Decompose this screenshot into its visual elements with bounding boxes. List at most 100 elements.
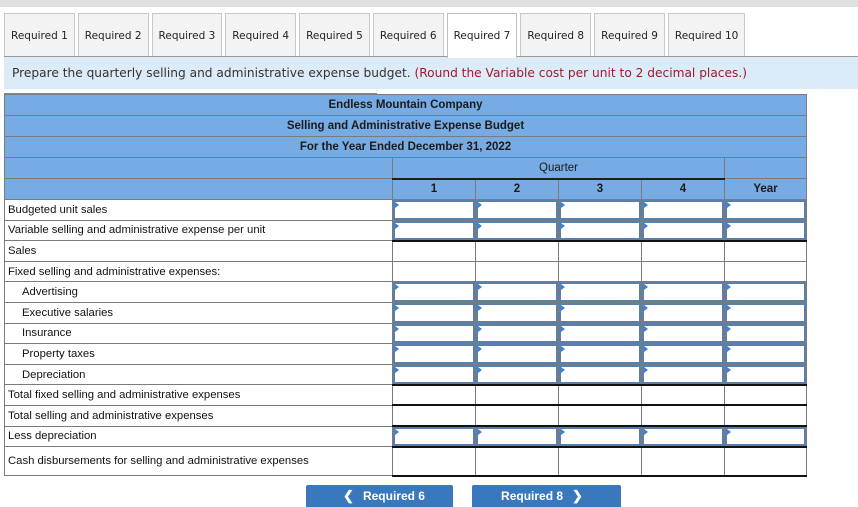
calculated-cell-q1: [392, 384, 476, 407]
input-box: [476, 282, 558, 302]
amount-input-year[interactable]: [729, 368, 803, 380]
tab-required-10[interactable]: Required 10: [667, 13, 746, 57]
input-box: [559, 427, 641, 446]
row-label: Sales: [4, 240, 393, 262]
amount-input-q3[interactable]: [563, 224, 637, 236]
cell-q3: [558, 363, 642, 386]
amount-input-year[interactable]: [729, 327, 803, 340]
amount-input-q4[interactable]: [646, 286, 720, 298]
input-box: [476, 344, 558, 364]
input-box: [725, 364, 807, 384]
tab-required-2[interactable]: Required 2: [77, 13, 149, 57]
row-label: Fixed selling and administrative expense…: [4, 260, 393, 283]
tab-required-6[interactable]: Required 6: [372, 13, 444, 57]
amount-input-q1[interactable]: [397, 368, 471, 380]
input-box: [393, 364, 475, 384]
amount-input-q3[interactable]: [563, 368, 637, 380]
table-row: Less depreciation: [4, 425, 808, 448]
amount-input-q3[interactable]: [563, 204, 637, 216]
calculated-cell-q1: [392, 260, 476, 283]
amount-input-q4[interactable]: [646, 348, 720, 360]
input-box: [393, 282, 475, 302]
tab-required-8[interactable]: Required 8: [520, 13, 592, 57]
row-label: Executive salaries: [4, 301, 393, 324]
table-row: Fixed selling and administrative expense…: [4, 260, 808, 283]
tab-required-4[interactable]: Required 4: [225, 13, 297, 57]
table-row: Variable selling and administrative expe…: [4, 219, 808, 242]
tab-required-3[interactable]: Required 3: [151, 13, 223, 57]
amount-input-q1[interactable]: [397, 306, 471, 319]
amount-input-q2[interactable]: [480, 327, 554, 340]
amount-input-q4[interactable]: [646, 204, 720, 216]
input-box: [559, 302, 641, 323]
input-box: [476, 427, 558, 446]
amount-input-q1[interactable]: [397, 348, 471, 360]
amount-input-year[interactable]: [729, 224, 803, 236]
amount-input-q3[interactable]: [563, 286, 637, 298]
cell-q1: [392, 322, 476, 345]
amount-input-q2[interactable]: [480, 224, 554, 236]
tab-required-7[interactable]: Required 7: [446, 13, 518, 58]
calculated-cell-q3: [558, 240, 642, 262]
calculated-cell-q2: [475, 446, 559, 477]
cell-q1: [392, 425, 476, 448]
amount-input-year[interactable]: [729, 286, 803, 298]
cell-q4: [641, 219, 725, 242]
tab-required-9[interactable]: Required 9: [594, 13, 665, 57]
input-box: [476, 302, 558, 323]
input-box: [476, 323, 558, 344]
amount-input-q3[interactable]: [563, 327, 637, 340]
calculated-cell-q2: [475, 260, 559, 283]
amount-input-q3[interactable]: [563, 431, 637, 442]
amount-input-q3[interactable]: [563, 348, 637, 360]
amount-input-year[interactable]: [729, 431, 803, 442]
cell-q2: [475, 343, 559, 365]
amount-input-q1[interactable]: [397, 327, 471, 340]
tab-required-1[interactable]: Required 1: [4, 13, 75, 57]
input-box: [642, 302, 724, 323]
row-label: Property taxes: [4, 343, 393, 365]
cell-q4: [641, 301, 725, 324]
cell-q3: [558, 199, 642, 221]
amount-input-q2[interactable]: [480, 348, 554, 360]
cell-q1: [392, 301, 476, 324]
amount-input-q2[interactable]: [480, 306, 554, 319]
amount-input-q4[interactable]: [646, 306, 720, 319]
amount-input-q4[interactable]: [646, 431, 720, 442]
requirement-tabs: Required 1 Required 2 Required 3 Require…: [4, 13, 748, 58]
amount-input-q1[interactable]: [397, 431, 471, 442]
cell-q2: [475, 425, 559, 448]
tab-required-5[interactable]: Required 5: [299, 13, 370, 57]
cell-q3: [558, 425, 642, 448]
input-box: [725, 323, 807, 344]
amount-input-q4[interactable]: [646, 327, 720, 340]
cell-q4: [641, 281, 725, 303]
calculated-cell-year: [723, 240, 808, 262]
input-box: [642, 323, 724, 344]
input-box: [559, 220, 641, 240]
amount-input-q1[interactable]: [397, 286, 471, 298]
budget-table: Endless Mountain Company Selling and Adm…: [3, 94, 808, 477]
amount-input-q4[interactable]: [646, 368, 720, 380]
amount-input-year[interactable]: [729, 306, 803, 319]
input-box: [559, 282, 641, 302]
column-header-q1: 1: [392, 178, 476, 200]
calculated-cell-q1: [392, 446, 476, 477]
input-box: [642, 364, 724, 384]
amount-input-q1[interactable]: [397, 224, 471, 236]
amount-input-q4[interactable]: [646, 224, 720, 236]
input-box: [642, 427, 724, 446]
table-row: Depreciation: [4, 363, 808, 386]
amount-input-year[interactable]: [729, 348, 803, 360]
amount-input-q2[interactable]: [480, 286, 554, 298]
amount-input-q3[interactable]: [563, 306, 637, 319]
amount-input-q2[interactable]: [480, 431, 554, 442]
amount-input-q1[interactable]: [397, 204, 471, 216]
cell-q2: [475, 301, 559, 324]
amount-input-q2[interactable]: [480, 368, 554, 380]
input-box: [393, 344, 475, 364]
amount-input-year[interactable]: [729, 204, 803, 216]
amount-input-q2[interactable]: [480, 204, 554, 216]
input-box: [725, 302, 807, 323]
cell-q2: [475, 363, 559, 386]
